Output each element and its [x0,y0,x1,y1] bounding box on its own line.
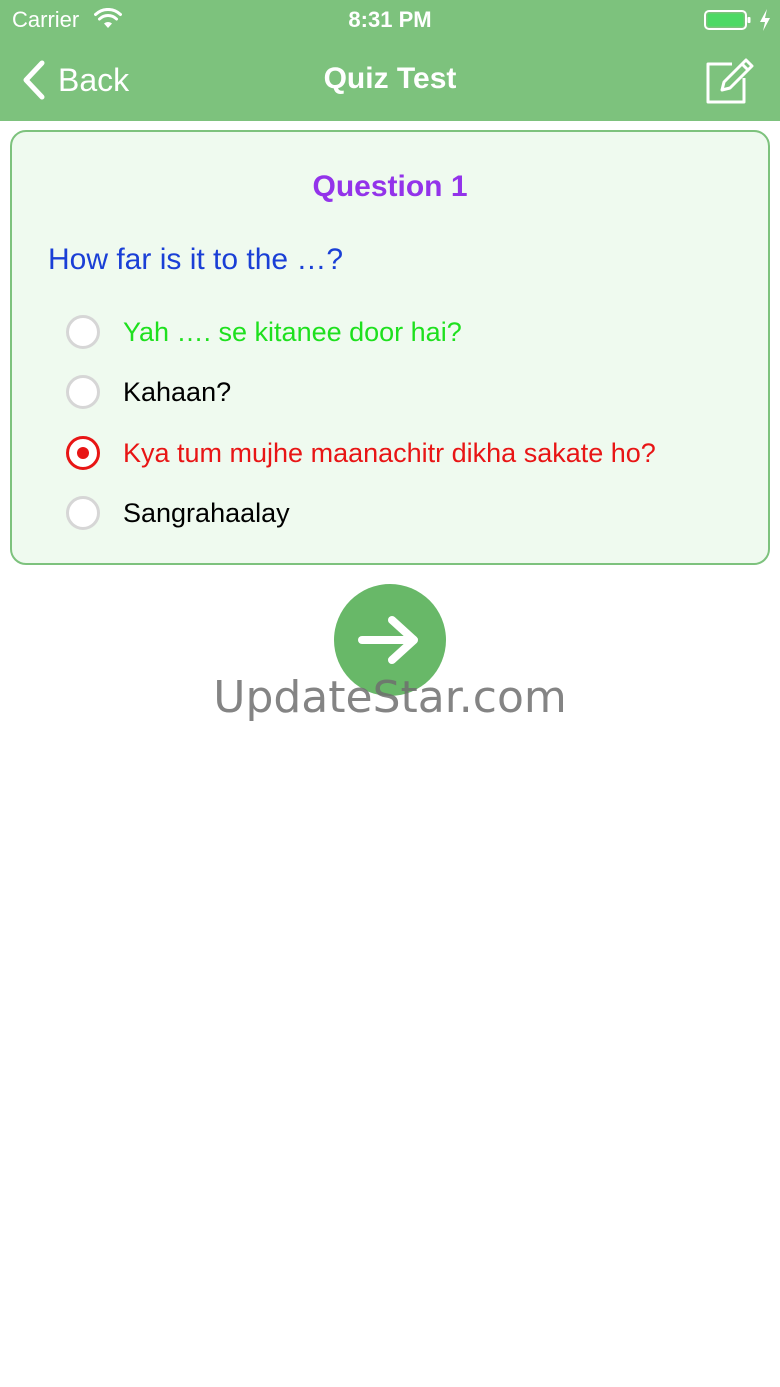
page-title: Quiz Test [323,62,457,95]
option-label: Yah …. se kitanee door hai? [123,316,462,347]
charging-bolt-icon [760,9,770,31]
option-4[interactable]: Sangrahaalay [66,493,290,533]
arrow-right-icon [358,616,418,664]
status-time: 8:31 PM [348,7,432,32]
radio-button[interactable] [66,375,100,409]
option-label: Kahaan? [123,376,232,407]
edit-icon[interactable] [702,56,754,106]
radio-button[interactable] [66,496,100,530]
navigation-bar: Back Quiz Test [0,40,780,121]
option-label: Kya tum mujhe maanachitr dikha sakate ho… [123,437,656,468]
watermark: UpdateStar.com [213,672,567,723]
option-2[interactable]: Kahaan? [66,372,231,412]
option-3[interactable]: Kya tum mujhe maanachitr dikha sakate ho… [66,433,656,473]
radio-button[interactable] [66,315,100,349]
question-text: How far is it to the …? [48,243,344,276]
battery-icon [704,10,751,30]
question-card: Question 1 How far is it to the …? Yah …… [10,130,770,565]
radio-button-selected[interactable] [66,436,100,470]
header: Carrier 8:31 PM Back Quiz Test [0,0,780,121]
status-bar: Carrier 8:31 PM [0,0,780,40]
option-label: Sangrahaalay [123,497,290,528]
question-number: Question 1 [312,170,468,203]
option-1[interactable]: Yah …. se kitanee door hai? [66,312,462,352]
